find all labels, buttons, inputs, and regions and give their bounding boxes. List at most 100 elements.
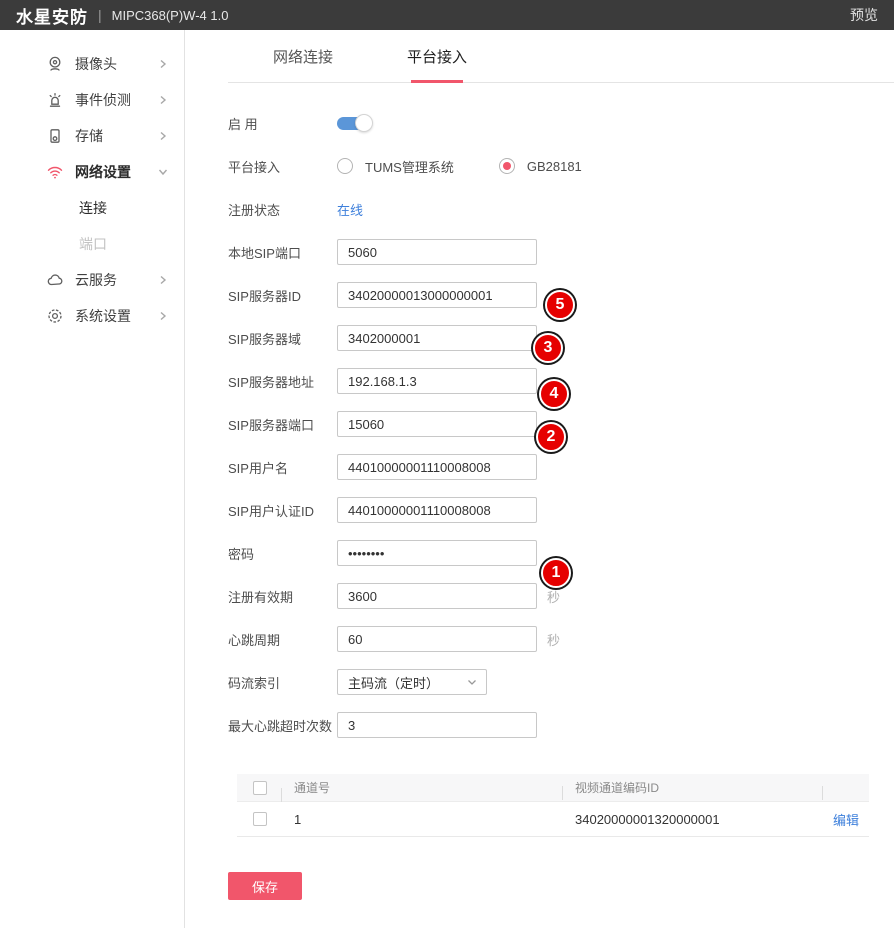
row-checkbox-cell bbox=[237, 812, 282, 826]
max-heartbeat-timeout-input[interactable] bbox=[337, 712, 537, 738]
sip-domain-label: SIP服务器域 bbox=[228, 329, 337, 348]
tab-label: 网络连接 bbox=[273, 49, 333, 66]
sidebar-item-label: 摄像头 bbox=[75, 54, 158, 74]
seconds-unit-label: 秒 bbox=[547, 630, 560, 649]
stream-index-dropdown[interactable]: 主码流（定时） bbox=[337, 669, 487, 695]
chevron-down-icon bbox=[158, 167, 168, 177]
annotation-badge-5: 5 bbox=[545, 290, 575, 320]
sidebar-subitem-connection[interactable]: 连接 bbox=[0, 190, 184, 226]
annotation-badge-2: 2 bbox=[536, 422, 566, 452]
top-bar: 水星安防 | MIPC368(P)W-4 1.0 预览 bbox=[0, 0, 894, 30]
form-row-local-sip-port: 本地SIP端口 bbox=[228, 239, 894, 265]
cell-channel: 1 bbox=[282, 812, 563, 827]
radio-unchecked-icon bbox=[337, 158, 353, 174]
sidebar-item-network-settings[interactable]: 网络设置 bbox=[0, 154, 184, 190]
alarm-icon bbox=[46, 91, 64, 109]
sip-username-input[interactable] bbox=[337, 454, 537, 480]
form-row-max-heartbeat-timeout: 最大心跳超时次数 bbox=[228, 712, 894, 738]
radio-option-gb28181[interactable]: GB28181 bbox=[499, 158, 582, 174]
sip-server-id-label: SIP服务器ID bbox=[228, 286, 337, 305]
platform-access-form: 启 用 平台接入 TUMS管理系统 GB28181 bbox=[185, 83, 894, 738]
main-layout: 摄像头 事件侦测 存储 bbox=[0, 30, 894, 928]
sidebar-item-event-detect[interactable]: 事件侦测 bbox=[0, 82, 184, 118]
registration-validity-label: 注册有效期 bbox=[228, 587, 337, 606]
password-input[interactable] bbox=[337, 540, 537, 566]
sidebar: 摄像头 事件侦测 存储 bbox=[0, 30, 185, 928]
content-panel: 网络连接 平台接入 启 用 平台接入 TUMS管理系统 bbox=[185, 30, 894, 928]
registration-validity-input[interactable] bbox=[337, 583, 537, 609]
radio-option-tums[interactable]: TUMS管理系统 bbox=[337, 157, 454, 176]
sip-username-label: SIP用户名 bbox=[228, 458, 337, 477]
device-model: MIPC368(P)W-4 1.0 bbox=[112, 8, 229, 23]
chevron-down-icon bbox=[466, 676, 478, 688]
cloud-icon bbox=[46, 271, 64, 289]
sidebar-item-label: 云服务 bbox=[75, 270, 158, 290]
tab-platform-access[interactable]: 平台接入 bbox=[402, 46, 472, 82]
radio-checked-icon bbox=[499, 158, 515, 174]
save-button[interactable]: 保存 bbox=[228, 872, 302, 900]
sip-address-input[interactable] bbox=[337, 368, 537, 394]
sip-server-port-input[interactable] bbox=[337, 411, 537, 437]
platform-radio-group: TUMS管理系统 GB28181 bbox=[337, 157, 582, 176]
header-video-id: 视频通道编码ID bbox=[563, 779, 823, 796]
sip-domain-input[interactable] bbox=[337, 325, 537, 351]
local-sip-port-label: 本地SIP端口 bbox=[228, 243, 337, 262]
edit-link[interactable]: 编辑 bbox=[833, 813, 859, 828]
form-row-sip-auth-id: SIP用户认证ID bbox=[228, 497, 894, 523]
sip-auth-id-label: SIP用户认证ID bbox=[228, 501, 337, 520]
enable-label: 启 用 bbox=[228, 114, 337, 133]
sip-server-id-input[interactable] bbox=[337, 282, 537, 308]
channel-table: 通道号 视频通道编码ID 1 34020000001320000001 编辑 bbox=[237, 774, 869, 837]
annotation-badge-1: 1 bbox=[541, 558, 571, 588]
local-sip-port-input[interactable] bbox=[337, 239, 537, 265]
preview-link[interactable]: 预览 bbox=[850, 5, 878, 25]
radio-label: TUMS管理系统 bbox=[365, 157, 454, 176]
sip-server-port-label: SIP服务器端口 bbox=[228, 415, 337, 434]
form-row-sip-username: SIP用户名 bbox=[228, 454, 894, 480]
sidebar-item-camera[interactable]: 摄像头 bbox=[0, 46, 184, 82]
annotation-badge-3: 3 bbox=[533, 333, 563, 363]
table-header-row: 通道号 视频通道编码ID bbox=[237, 774, 869, 802]
logo-separator: | bbox=[98, 7, 102, 23]
header-checkbox-cell bbox=[237, 781, 282, 795]
enable-toggle[interactable] bbox=[337, 114, 373, 132]
heartbeat-period-input[interactable] bbox=[337, 626, 537, 652]
password-label: 密码 bbox=[228, 544, 337, 563]
dropdown-selected-value: 主码流（定时） bbox=[348, 673, 466, 692]
header-channel: 通道号 bbox=[282, 779, 563, 796]
cell-video-id: 34020000001320000001 bbox=[563, 812, 823, 827]
heartbeat-period-label: 心跳周期 bbox=[228, 630, 337, 649]
tab-label: 平台接入 bbox=[407, 49, 467, 66]
sidebar-item-label: 事件侦测 bbox=[75, 90, 158, 110]
sidebar-item-label: 存储 bbox=[75, 126, 158, 146]
form-row-platform-type: 平台接入 TUMS管理系统 GB28181 bbox=[228, 153, 894, 179]
sidebar-subitem-port[interactable]: 端口 bbox=[0, 226, 184, 262]
active-tab-underline bbox=[411, 80, 463, 83]
sidebar-item-cloud-service[interactable]: 云服务 bbox=[0, 262, 184, 298]
storage-icon bbox=[46, 127, 64, 145]
sidebar-item-label: 系统设置 bbox=[75, 306, 158, 326]
brand-logo: 水星安防 bbox=[16, 3, 88, 28]
radio-label: GB28181 bbox=[527, 159, 582, 174]
table-row: 1 34020000001320000001 编辑 bbox=[237, 802, 869, 837]
sidebar-item-system-settings[interactable]: 系统设置 bbox=[0, 298, 184, 334]
cell-actions: 编辑 bbox=[823, 810, 869, 829]
chevron-right-icon bbox=[158, 311, 168, 321]
seconds-unit-label: 秒 bbox=[547, 587, 560, 606]
sidebar-subitem-label: 端口 bbox=[79, 234, 107, 254]
row-checkbox[interactable] bbox=[253, 812, 267, 826]
tab-network-connection[interactable]: 网络连接 bbox=[268, 46, 338, 82]
chevron-right-icon bbox=[158, 95, 168, 105]
sidebar-item-storage[interactable]: 存储 bbox=[0, 118, 184, 154]
sip-auth-id-input[interactable] bbox=[337, 497, 537, 523]
sip-address-label: SIP服务器地址 bbox=[228, 372, 337, 391]
form-row-heartbeat-period: 心跳周期 秒 bbox=[228, 626, 894, 652]
sidebar-item-label: 网络设置 bbox=[75, 162, 158, 182]
wifi-icon bbox=[46, 163, 64, 181]
registration-status-label: 注册状态 bbox=[228, 200, 337, 219]
camera-icon bbox=[46, 55, 64, 73]
tab-bar: 网络连接 平台接入 bbox=[228, 30, 894, 83]
select-all-checkbox[interactable] bbox=[253, 781, 267, 795]
chevron-right-icon bbox=[158, 59, 168, 69]
gear-icon bbox=[46, 307, 64, 325]
